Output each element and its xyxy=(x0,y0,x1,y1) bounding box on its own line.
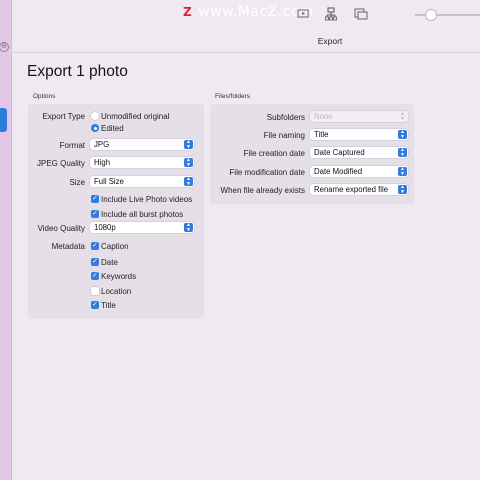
file-naming-select[interactable]: Title ▲ ▼ xyxy=(310,129,408,140)
metadata-location-label[interactable]: Location xyxy=(101,287,131,296)
subfolders-select: None ▲ ▼ xyxy=(310,111,408,122)
chevron-updown-icon: ▲ ▼ xyxy=(400,111,405,122)
creation-date-label: File creation date xyxy=(243,149,305,158)
jpeg-quality-value: High xyxy=(94,158,111,167)
metadata-label: Metadata xyxy=(51,242,85,251)
radio-unmodified-original[interactable] xyxy=(91,112,99,120)
metadata-caption-label[interactable]: Caption xyxy=(101,242,129,251)
video-quality-value: 1080p xyxy=(94,223,116,232)
modification-date-value: Date Modified xyxy=(314,167,363,176)
chevron-updown-icon: ▲ ▼ xyxy=(398,167,407,176)
chevron-updown-icon: ▲ ▼ xyxy=(184,140,193,149)
radio-edited[interactable] xyxy=(91,124,99,132)
size-value: Full Size xyxy=(94,177,124,186)
radio-unmodified-original-label[interactable]: Unmodified original xyxy=(101,112,169,121)
toolbar-divider xyxy=(11,52,480,53)
slideshow-icon[interactable] xyxy=(296,7,310,21)
video-quality-label: Video Quality xyxy=(37,224,85,233)
jpeg-quality-select[interactable]: High ▲ ▼ xyxy=(90,157,194,168)
format-value: JPG xyxy=(94,140,110,149)
share-icon[interactable] xyxy=(354,7,368,21)
zoom-slider[interactable] xyxy=(415,9,480,21)
format-select[interactable]: JPG ▲ ▼ xyxy=(90,139,194,150)
radio-edited-label[interactable]: Edited xyxy=(101,124,124,133)
modification-date-select[interactable]: Date Modified ▲ ▼ xyxy=(310,166,408,177)
chevron-updown-icon: ▲ ▼ xyxy=(398,185,407,194)
metadata-keywords-checkbox[interactable]: ✓ xyxy=(91,272,99,280)
file-naming-value: Title xyxy=(314,130,329,139)
files-section-label: Files/folders xyxy=(215,93,251,100)
size-label: Size xyxy=(69,178,85,187)
metadata-title-checkbox[interactable]: ✓ xyxy=(91,301,99,309)
creation-date-value: Date Captured xyxy=(314,148,365,157)
metadata-caption-checkbox[interactable]: ✓ xyxy=(91,242,99,250)
metadata-date-checkbox[interactable]: ✓ xyxy=(91,258,99,266)
window-title: Export xyxy=(317,36,343,46)
page-title: Export 1 photo xyxy=(27,63,128,80)
file-exists-label: When file already exists xyxy=(220,186,305,195)
chevron-updown-icon: ▲ ▼ xyxy=(398,130,407,139)
include-burst-checkbox[interactable]: ✓ xyxy=(91,210,99,218)
options-section-label: Options xyxy=(33,93,56,100)
metadata-date-label[interactable]: Date xyxy=(101,258,118,267)
file-exists-value: Rename exported file xyxy=(314,185,389,194)
metadata-keywords-label[interactable]: Keywords xyxy=(101,272,136,281)
chevron-updown-icon: ▲ ▼ xyxy=(184,158,193,167)
video-quality-select[interactable]: 1080p ▲ ▼ xyxy=(90,222,194,233)
watermark-logo: Z xyxy=(183,5,193,19)
file-exists-select[interactable]: Rename exported file ▲ ▼ xyxy=(310,184,408,195)
metadata-location-checkbox[interactable]: ✓ xyxy=(91,287,99,295)
subfolders-label: Subfolders xyxy=(266,113,305,122)
chevron-updown-icon: ▲ ▼ xyxy=(184,177,193,186)
chevron-updown-icon: ▲ ▼ xyxy=(398,148,407,157)
jpeg-quality-label: JPEG Quality xyxy=(36,159,85,168)
include-live-checkbox[interactable]: ✓ xyxy=(91,195,99,203)
chevron-updown-icon: ▲ ▼ xyxy=(184,223,193,232)
sidebar-selected-item[interactable] xyxy=(0,108,7,132)
export-type-label: Export Type xyxy=(42,112,85,121)
modification-date-label: File modification date xyxy=(229,168,305,177)
include-live-label[interactable]: Include Live Photo videos xyxy=(101,195,192,204)
file-naming-label: File naming xyxy=(263,131,305,140)
format-label: Format xyxy=(59,141,85,150)
include-burst-label[interactable]: Include all burst photos xyxy=(101,210,183,219)
metadata-title-label[interactable]: Title xyxy=(101,301,116,310)
subfolders-value: None xyxy=(314,112,333,121)
watermark: Zwww.MacZ.com xyxy=(183,4,314,20)
people-icon[interactable] xyxy=(324,7,338,21)
size-select[interactable]: Full Size ▲ ▼ xyxy=(90,176,194,187)
sidebar: ⊖ xyxy=(0,0,12,480)
creation-date-select[interactable]: Date Captured ▲ ▼ xyxy=(310,147,408,158)
zoom-slider-knob[interactable] xyxy=(425,9,437,21)
